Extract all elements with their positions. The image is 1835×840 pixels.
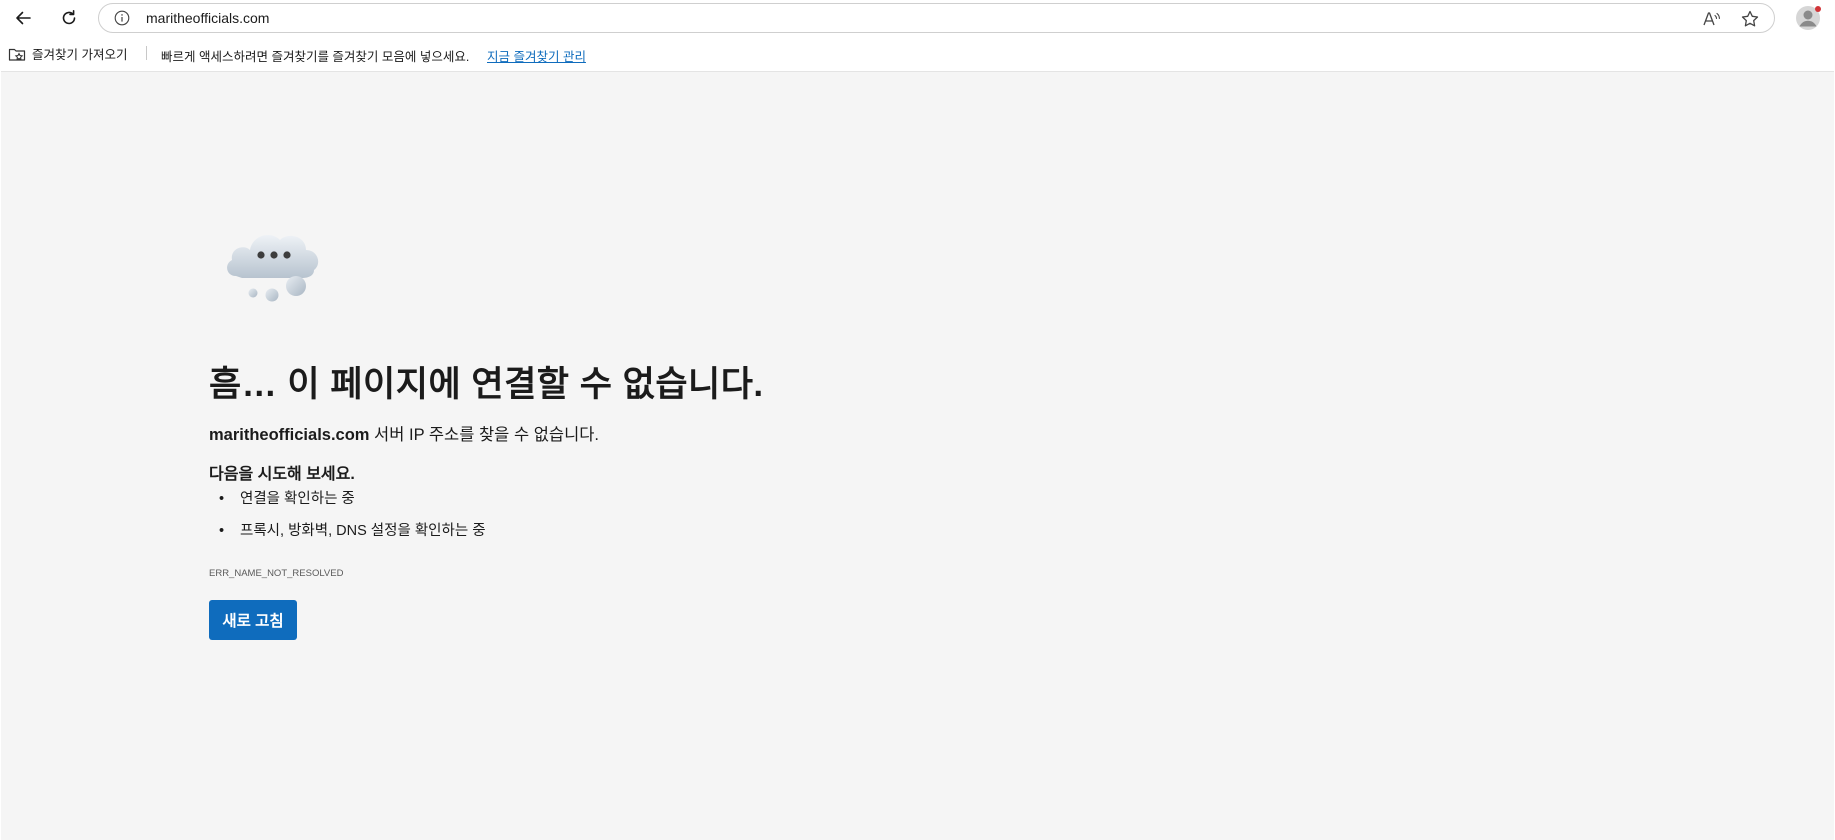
favorites-divider [146,46,147,60]
error-code: ERR_NAME_NOT_RESOLVED [209,568,344,579]
refresh-button[interactable]: 새로 고침 [209,600,297,640]
browser-toolbar: maritheofficials.com [0,0,1835,36]
favorites-bar: 즐겨찾기 가져오기 빠르게 액세스하려면 즐겨찾기를 즐겨찾기 모음에 넣으세요… [0,40,1835,66]
back-arrow-icon [16,11,31,25]
star-icon[interactable] [1740,9,1760,29]
import-favorites-button[interactable]: 즐겨찾기 가져오기 [8,44,127,63]
profile-button[interactable] [1794,4,1822,32]
error-title: 흠… 이 페이지에 연결할 수 없습니다. [209,365,764,404]
page-content: 흠… 이 페이지에 연결할 수 없습니다. maritheofficials.c… [1,71,1834,840]
suggestion-item: 연결을 확인하는 중 [209,488,486,520]
info-icon[interactable] [114,10,130,26]
refresh-page-button[interactable] [54,4,84,32]
address-bar[interactable]: maritheofficials.com [98,3,1775,33]
suggestion-item: 프록시, 방화벽, DNS 설정을 확인하는 중 [209,520,486,552]
error-host: maritheofficials.com [209,426,370,444]
notification-dot [1815,6,1821,12]
import-favorites-icon [8,48,26,61]
favorites-prompt-text: 빠르게 액세스하려면 즐겨찾기를 즐겨찾기 모음에 넣으세요. [161,50,470,64]
error-description: maritheofficials.com 서버 IP 주소를 찾을 수 없습니다… [209,421,599,445]
refresh-icon [62,10,76,25]
cloud-illustration [227,235,319,302]
import-favorites-label: 즐겨찾기 가져오기 [32,48,128,62]
read-aloud-icon[interactable] [1702,10,1720,28]
manage-favorites-link[interactable]: 지금 즐겨찾기 관리 [487,46,586,65]
suggestion-list: 연결을 확인하는 중 프록시, 방화벽, DNS 설정을 확인하는 중 [209,488,486,552]
url-text[interactable]: maritheofficials.com [146,10,269,27]
try-heading: 다음을 시도해 보세요. [209,466,355,483]
error-description-text: 서버 IP 주소를 찾을 수 없습니다. [369,426,600,444]
back-button[interactable] [8,4,38,32]
